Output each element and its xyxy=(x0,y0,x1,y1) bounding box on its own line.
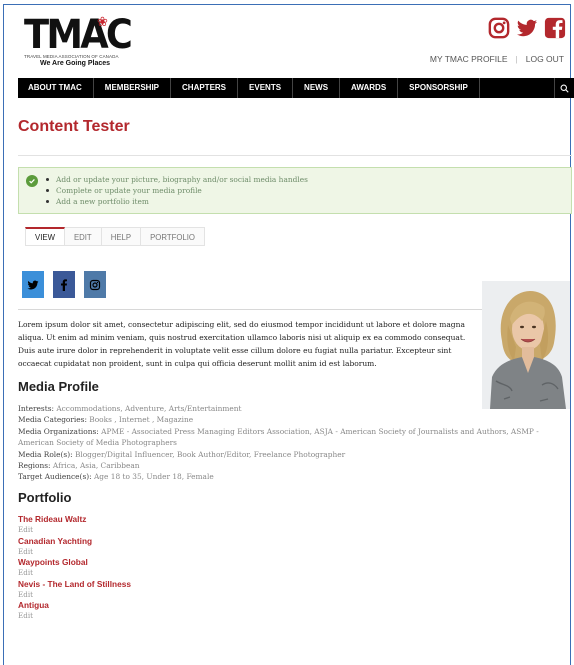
instagram-icon xyxy=(89,279,101,290)
divider xyxy=(18,155,572,156)
notice-list: Add or update your picture, biography an… xyxy=(46,174,308,207)
media-profile-fields: Interests: Accommodations, Adventure, Ar… xyxy=(18,403,558,483)
notice-item: Complete or update your media profile xyxy=(46,185,308,196)
tab-portfolio[interactable]: PORTFOLIO xyxy=(141,227,205,246)
field-label: Media Categories: xyxy=(18,415,87,425)
facebook-icon xyxy=(61,278,67,291)
profile-twitter-button[interactable] xyxy=(22,271,44,298)
notice-item: Add or update your picture, biography an… xyxy=(46,175,308,184)
logo-tagline: We Are Going Places xyxy=(40,60,111,67)
edit-link[interactable]: Edit xyxy=(18,590,131,601)
portfolio-item-title[interactable]: Waypoints Global xyxy=(18,557,131,568)
portfolio-item-title[interactable]: Antigua xyxy=(18,600,131,611)
edit-link[interactable]: Edit xyxy=(18,547,131,558)
field-value: Blogger/Digital Influencer, Book Author/… xyxy=(72,449,346,459)
tmac-logo[interactable]: TMAC ❀ TRAVEL MEDIA ASSOCIATION OF CANAD… xyxy=(24,15,133,73)
check-circle-icon xyxy=(26,175,38,187)
profile-notice: Add or update your picture, biography an… xyxy=(18,167,572,214)
portfolio-item-title[interactable]: Nevis - The Land of Stillness xyxy=(18,579,131,590)
nav-awards[interactable]: AWARDS xyxy=(340,78,399,98)
field-categories: Media Categories: Books , Internet , Mag… xyxy=(18,414,558,425)
portfolio-heading: Portfolio xyxy=(18,490,72,505)
nav-about[interactable]: ABOUT TMAC xyxy=(18,78,94,98)
field-label: Interests: xyxy=(18,404,54,413)
header-social xyxy=(487,16,566,39)
nav-events[interactable]: EVENTS xyxy=(238,78,294,98)
link-divider: | xyxy=(515,54,518,64)
facebook-icon[interactable] xyxy=(543,16,566,39)
portfolio-list: The Rideau Waltz Edit Canadian Yachting … xyxy=(18,514,131,622)
profile-instagram-button[interactable] xyxy=(84,271,106,298)
top-links: MY TMAC PROFILE | LOG OUT xyxy=(430,54,564,64)
field-audiences: Target Audience(s): Age 18 to 35, Under … xyxy=(18,471,558,482)
media-profile-heading: Media Profile xyxy=(18,379,99,394)
page-title: Content Tester xyxy=(18,118,130,135)
field-value: Books , Internet , Magazine xyxy=(86,415,194,425)
portfolio-item-title[interactable]: Canadian Yachting xyxy=(18,536,131,547)
tab-help[interactable]: HELP xyxy=(101,227,142,246)
nav-membership[interactable]: MEMBERSHIP xyxy=(94,78,172,98)
nav-news[interactable]: NEWS xyxy=(293,78,341,98)
field-regions: Regions: Africa, Asia, Caribbean xyxy=(18,460,558,471)
portfolio-item: Waypoints Global Edit xyxy=(18,557,131,579)
logout-link[interactable]: LOG OUT xyxy=(526,54,564,64)
portfolio-item: Nevis - The Land of Stillness Edit xyxy=(18,579,131,601)
field-label: Regions: xyxy=(18,461,51,471)
nav-sponsorship[interactable]: SPONSORSHIP xyxy=(398,78,480,98)
field-value: Africa, Asia, Caribbean xyxy=(50,461,140,471)
notice-item: Add a new portfolio item xyxy=(46,196,308,207)
my-profile-link[interactable]: MY TMAC PROFILE xyxy=(430,54,508,64)
profile-bio: Lorem ipsum dolor sit amet, consectetur … xyxy=(18,320,466,368)
tab-edit[interactable]: EDIT xyxy=(64,227,102,246)
field-interests: Interests: Accommodations, Adventure, Ar… xyxy=(18,403,558,414)
field-label: Media Organizations: xyxy=(18,426,99,436)
field-roles: Media Role(s): Blogger/Digital Influence… xyxy=(18,449,558,460)
edit-link[interactable]: Edit xyxy=(18,525,131,536)
edit-link[interactable]: Edit xyxy=(18,568,131,579)
twitter-icon[interactable] xyxy=(515,16,538,39)
portfolio-item-title[interactable]: The Rideau Waltz xyxy=(18,514,131,525)
portfolio-item: The Rideau Waltz Edit xyxy=(18,514,131,536)
instagram-icon[interactable] xyxy=(487,16,510,39)
field-value: Age 18 to 35, Under 18, Female xyxy=(91,472,214,482)
portfolio-item: Canadian Yachting Edit xyxy=(18,536,131,558)
field-label: Media Role(s): xyxy=(18,449,73,459)
portfolio-item: Antigua Edit xyxy=(18,600,131,622)
maple-leaf-icon: ❀ xyxy=(97,15,108,30)
divider xyxy=(18,309,484,310)
edit-link[interactable]: Edit xyxy=(18,611,131,622)
tab-view[interactable]: VIEW xyxy=(25,227,65,246)
search-icon[interactable] xyxy=(554,78,574,98)
profile-tabs: VIEW EDIT HELP PORTFOLIO xyxy=(25,227,205,246)
main-nav: ABOUT TMAC MEMBERSHIP CHAPTERS EVENTS NE… xyxy=(18,78,574,98)
profile-facebook-button[interactable] xyxy=(53,271,75,298)
nav-chapters[interactable]: CHAPTERS xyxy=(171,78,239,98)
field-label: Target Audience(s): xyxy=(18,472,92,482)
profile-photo xyxy=(482,281,570,409)
twitter-icon xyxy=(27,280,39,289)
field-value: Accommodations, Adventure, Arts/Entertai… xyxy=(53,404,242,413)
field-organizations: Media Organizations: APME - Associated P… xyxy=(18,426,558,449)
